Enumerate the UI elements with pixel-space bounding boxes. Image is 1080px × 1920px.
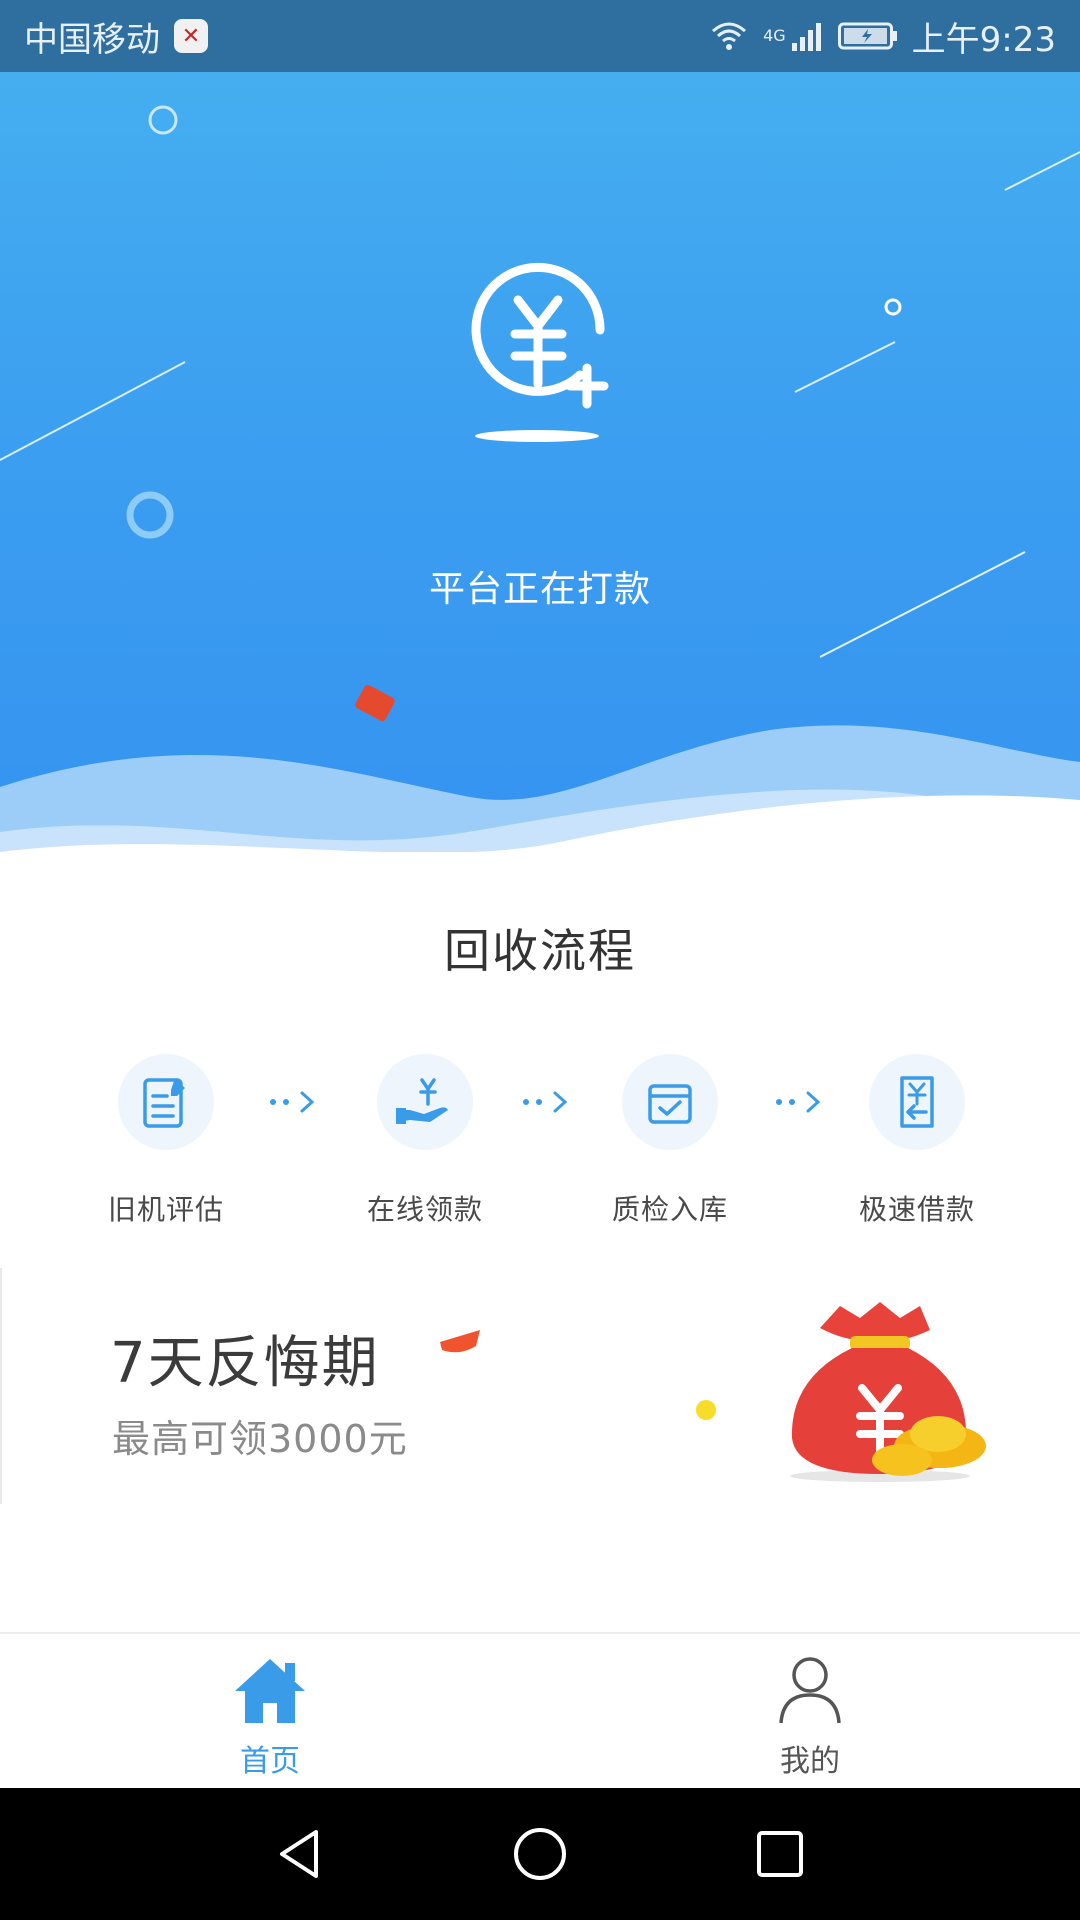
step-arrow-icon bbox=[523, 1091, 568, 1113]
step-1-icon-circle[interactable] bbox=[118, 1054, 214, 1150]
carrier-name: 中国移动 bbox=[24, 19, 160, 60]
step-label: 极速借款 bbox=[858, 1193, 975, 1226]
promo-title: 7天反悔期 bbox=[110, 1331, 380, 1396]
yuan-plus-icon bbox=[471, 262, 609, 442]
step-arrow-icon bbox=[270, 1091, 315, 1113]
wifi-icon bbox=[712, 22, 747, 50]
hero-decoration bbox=[0, 105, 1080, 852]
document-edit-icon bbox=[143, 1078, 185, 1128]
step-label: 在线领款 bbox=[366, 1193, 483, 1226]
gold-coin-decoration bbox=[696, 1400, 716, 1420]
money-bag-icon bbox=[790, 1302, 986, 1482]
hand-money-icon bbox=[396, 1078, 448, 1124]
red-packet-decoration bbox=[440, 1330, 480, 1353]
step-arrow-icon bbox=[776, 1091, 821, 1113]
promo-subtitle: 最高可领3000元 bbox=[112, 1417, 408, 1461]
home-icon bbox=[235, 1659, 305, 1723]
status-left: 中国移动 ✕ bbox=[24, 12, 208, 61]
home-nav-icon[interactable] bbox=[510, 1824, 570, 1884]
tab-home-label: 首页 bbox=[240, 1744, 300, 1779]
status-bar: 中国移动 ✕ 4G 上午9:23 bbox=[0, 0, 1080, 72]
tab-mine-label: 我的 bbox=[780, 1744, 840, 1779]
tab-mine[interactable]: 我的 bbox=[540, 1634, 1080, 1790]
clock-label: 上午9:23 bbox=[911, 19, 1056, 60]
back-icon[interactable] bbox=[270, 1824, 330, 1884]
step-4-icon-circle[interactable] bbox=[869, 1054, 965, 1150]
inspection-box-icon bbox=[648, 1084, 692, 1124]
tab-home[interactable]: 首页 bbox=[0, 1634, 540, 1790]
system-nav-bar bbox=[0, 1788, 1080, 1920]
app-screen: 中国移动 ✕ 4G 上午9:23 平台正在打款 回收流程 旧机评估 在线领款 质… bbox=[0, 0, 1080, 1920]
status-right: 4G 上午9:23 bbox=[709, 12, 1056, 61]
step-label: 旧机评估 bbox=[107, 1193, 224, 1226]
carrier-app-icon: ✕ bbox=[174, 19, 208, 53]
step-3-icon-circle[interactable] bbox=[622, 1054, 718, 1150]
signal-icon bbox=[791, 23, 821, 51]
hero-banner: 平台正在打款 bbox=[0, 72, 1080, 852]
step-label: 质检入库 bbox=[611, 1193, 728, 1226]
step-2-icon-circle[interactable] bbox=[377, 1054, 473, 1150]
process-title: 回收流程 bbox=[444, 924, 636, 978]
network-type-label: 4G bbox=[763, 25, 786, 45]
payout-status-text: 平台正在打款 bbox=[428, 569, 651, 610]
loan-receipt-icon bbox=[900, 1076, 934, 1128]
battery-icon bbox=[837, 22, 897, 50]
bottom-tab-bar: 首页 我的 bbox=[0, 1632, 1080, 1788]
recents-icon[interactable] bbox=[750, 1824, 810, 1884]
user-icon bbox=[779, 1657, 841, 1724]
